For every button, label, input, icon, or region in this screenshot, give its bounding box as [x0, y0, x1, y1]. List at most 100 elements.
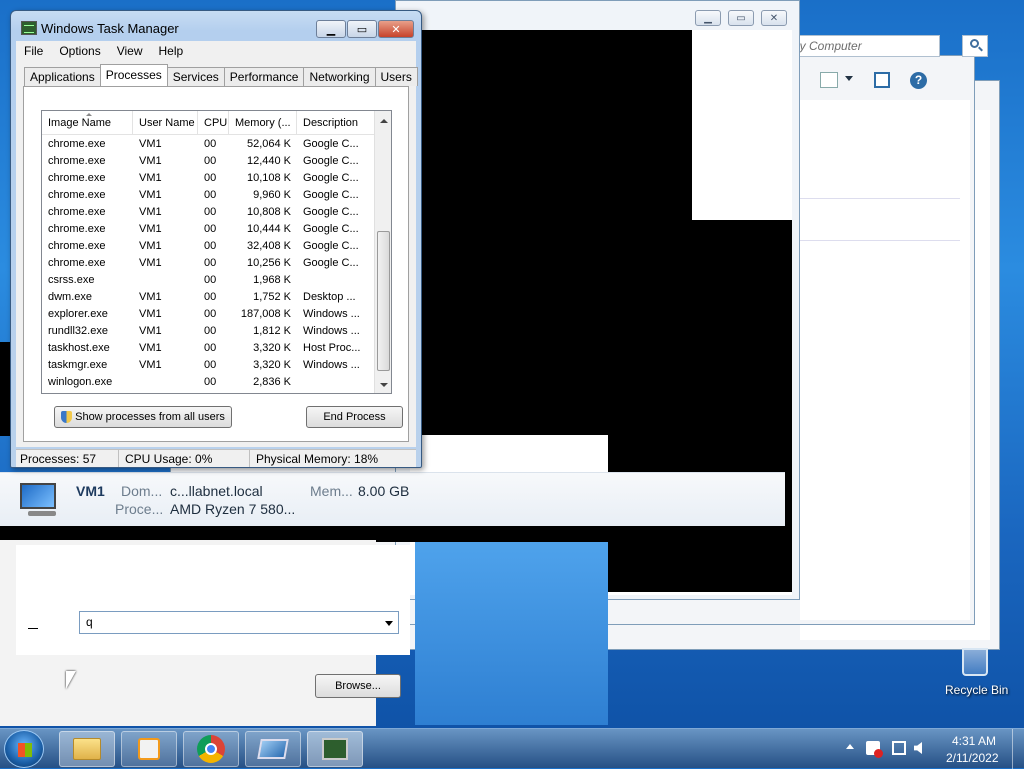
search-button[interactable]: [962, 35, 988, 57]
row-cpu: 00: [204, 342, 217, 354]
tab-applications[interactable]: Applications: [24, 67, 101, 86]
menu-file[interactable]: File: [16, 44, 51, 58]
row-memory: 10,444 K: [246, 223, 291, 235]
network-icon[interactable]: [892, 741, 906, 755]
tm-close-button[interactable]: ✕: [378, 20, 414, 38]
recycle-bin-label[interactable]: Recycle Bin: [945, 683, 1008, 697]
taskbar-remote-button[interactable]: [245, 731, 301, 767]
process-list[interactable]: Image Name User Name CPU Memory (... Des…: [41, 110, 392, 394]
row-user-name: VM1: [139, 189, 162, 201]
row-description: Windows ...: [303, 308, 360, 320]
row-user-name: VM1: [139, 155, 162, 167]
tab-networking[interactable]: Networking: [303, 67, 376, 86]
dropdown-arrow-icon[interactable]: [385, 621, 393, 626]
scroll-down-icon[interactable]: [380, 383, 388, 387]
row-memory: 1,812 K: [253, 325, 291, 337]
row-description: Windows ...: [303, 359, 360, 371]
end-process-button[interactable]: End Process: [306, 406, 403, 428]
taskbar-explorer-button[interactable]: [59, 731, 115, 767]
menu-options[interactable]: Options: [51, 44, 108, 58]
tab-services[interactable]: Services: [166, 67, 225, 86]
row-image-name: chrome.exe: [48, 155, 106, 167]
table-row[interactable]: chrome.exe VM1 00 10,808 K Google C...: [42, 204, 376, 221]
row-memory: 1,968 K: [253, 274, 291, 286]
row-cpu: 00: [204, 240, 217, 252]
status-memory: Physical Memory: 18%: [256, 452, 379, 466]
scroll-up-icon[interactable]: [380, 119, 388, 123]
table-row[interactable]: chrome.exe VM1 00 10,444 K Google C...: [42, 221, 376, 238]
row-image-name: chrome.exe: [48, 223, 106, 235]
column-memory[interactable]: Memory (...: [229, 111, 297, 134]
tm-minimize-button[interactable]: ▁: [316, 20, 346, 38]
recycle-bin-icon[interactable]: [962, 648, 988, 676]
table-row[interactable]: chrome.exe VM1 00 10,108 K Google C...: [42, 170, 376, 187]
table-row[interactable]: rundll32.exe VM1 00 1,812 K Windows ...: [42, 323, 376, 340]
open-label-underscore: [28, 628, 38, 629]
row-description: [297, 374, 376, 391]
table-row[interactable]: dwm.exe VM1 00 1,752 K Desktop ...: [42, 289, 376, 306]
table-row[interactable]: chrome.exe VM1 00 32,408 K Google C...: [42, 238, 376, 255]
row-image-name: csrss.exe: [48, 274, 95, 286]
vm-minimize-button[interactable]: ▁: [695, 10, 721, 26]
row-cpu: 00: [204, 206, 217, 218]
table-row[interactable]: taskhost.exe VM1 00 3,320 K Host Proc...: [42, 340, 376, 357]
show-desktop-button[interactable]: [1012, 729, 1024, 769]
column-cpu[interactable]: CPU: [198, 111, 229, 134]
tab-processes[interactable]: Processes: [99, 64, 168, 86]
tab-users[interactable]: Users: [374, 67, 418, 86]
clock-time[interactable]: 4:31 AM: [952, 734, 996, 748]
row-description: Google C...: [303, 223, 359, 235]
row-cpu: 00: [204, 223, 217, 235]
table-row[interactable]: taskmgr.exe VM1 00 3,320 K Windows ...: [42, 357, 376, 374]
row-cpu: 00: [204, 189, 217, 201]
vm-maximize-button[interactable]: ▭: [728, 10, 754, 26]
view-dropdown-icon[interactable]: [845, 76, 853, 81]
task-manager-taskbar-icon: [322, 738, 348, 760]
row-user-name: [133, 374, 198, 391]
show-hidden-icons[interactable]: [846, 744, 854, 749]
tm-maximize-button[interactable]: ▭: [347, 20, 377, 38]
scroll-thumb[interactable]: [377, 231, 390, 371]
table-row[interactable]: chrome.exe VM1 00 9,960 K Google C...: [42, 187, 376, 204]
row-user-name: VM1: [139, 223, 162, 235]
status-bar: Processes: 57 CPU Usage: 0% Physical Mem…: [16, 449, 416, 467]
row-cpu: 00: [204, 359, 217, 371]
table-row[interactable]: chrome.exe VM1 00 12,440 K Google C...: [42, 153, 376, 170]
row-description: Desktop ...: [303, 291, 356, 303]
taskbar-chrome-button[interactable]: [183, 731, 239, 767]
menu-help[interactable]: Help: [151, 44, 192, 58]
volume-icon[interactable]: [914, 742, 922, 754]
column-user-name[interactable]: User Name: [133, 111, 198, 134]
show-all-processes-button[interactable]: Show processes from all users: [54, 406, 232, 428]
preview-pane-icon[interactable]: [874, 72, 890, 88]
clock-date[interactable]: 2/11/2022: [946, 751, 999, 765]
browse-button[interactable]: Browse...: [315, 674, 401, 698]
vm-close-button[interactable]: ✕: [761, 10, 787, 26]
table-row[interactable]: chrome.exe VM1 00 10,256 K Google C...: [42, 255, 376, 272]
table-row[interactable]: winlogon.exe 00 2,836 K: [42, 374, 376, 391]
computer-search-box[interactable]: ly Computer: [792, 35, 940, 57]
action-center-icon[interactable]: [866, 741, 883, 758]
process-list-scrollbar[interactable]: [374, 111, 391, 393]
row-memory: 32,408 K: [246, 240, 291, 252]
processes-panel: Image Name User Name CPU Memory (... Des…: [23, 86, 409, 442]
tab-performance[interactable]: Performance: [223, 67, 305, 86]
task-manager-title: Windows Task Manager: [41, 21, 179, 36]
table-row[interactable]: csrss.exe 00 1,968 K: [42, 272, 376, 289]
view-options-icon[interactable]: [820, 72, 838, 88]
computer-icon: [20, 483, 56, 509]
remote-desktop-icon: [257, 739, 289, 759]
table-row[interactable]: explorer.exe VM1 00 187,008 K Windows ...: [42, 306, 376, 323]
help-icon[interactable]: ?: [910, 72, 927, 89]
start-button[interactable]: [4, 730, 44, 768]
taskbar-media-player-button[interactable]: [121, 731, 177, 767]
sort-arrow-icon: [86, 113, 92, 116]
task-manager-window: Windows Task Manager ▁ ▭ ✕ File Options …: [10, 10, 422, 468]
menu-view[interactable]: View: [109, 44, 151, 58]
run-input[interactable]: q: [79, 611, 399, 634]
computer-icon-stand: [28, 511, 56, 516]
memory-value: 8.00 GB: [358, 483, 410, 499]
table-row[interactable]: chrome.exe VM1 00 52,064 K Google C...: [42, 136, 376, 153]
taskbar-task-manager-button[interactable]: [307, 731, 363, 767]
column-description[interactable]: Description: [297, 111, 376, 134]
